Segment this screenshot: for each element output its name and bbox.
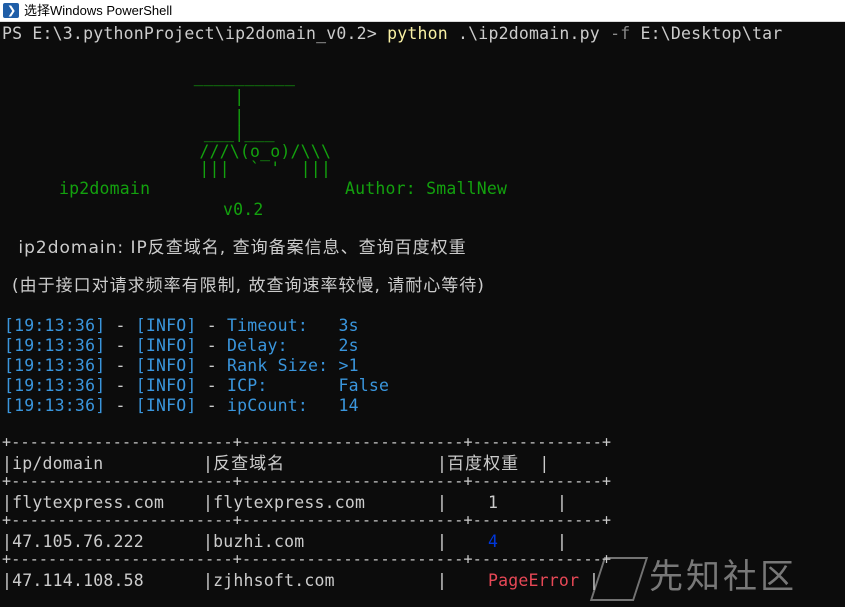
- log-time: [19:13:36]: [4, 336, 106, 355]
- log-separator: -: [196, 336, 227, 355]
- command-name: python: [387, 24, 448, 43]
- log-message: Timeout: 3s: [226, 316, 359, 335]
- console-area[interactable]: PS E:\3.pythonProject\ip2domain_v0.2> py…: [0, 22, 845, 607]
- log-separator: -: [196, 376, 227, 395]
- log-separator: -: [105, 376, 136, 395]
- powershell-icon: [3, 3, 19, 18]
- prompt-path: PS E:\3.pythonProject\ip2domain_v0.2>: [2, 24, 377, 43]
- cell-ip: 47.114.108.58: [12, 571, 144, 590]
- log-line: [19:13:36] - [INFO] - Timeout: 3s: [4, 316, 359, 336]
- table-row: |47.114.108.58: [2, 571, 144, 590]
- log-time: [19:13:36]: [4, 316, 106, 335]
- log-separator: -: [105, 336, 136, 355]
- log-separator: -: [196, 356, 227, 375]
- log-message: ipCount: 14: [226, 396, 359, 415]
- ascii-art-line: ||| ` ' |||: [98, 159, 332, 178]
- ascii-art-line: __________: [62, 67, 296, 86]
- log-level: [INFO]: [135, 376, 197, 395]
- table-border: +------------------------+--------------…: [2, 511, 612, 529]
- tool-version: v0.2: [223, 200, 264, 219]
- prompt-line: PS E:\3.pythonProject\ip2domain_v0.2> py…: [2, 24, 782, 44]
- tool-author: Author: SmallNew: [345, 179, 508, 198]
- command-flag: -f: [610, 24, 631, 43]
- log-message: ICP: False: [226, 376, 390, 395]
- log-level: [INFO]: [135, 356, 197, 375]
- log-time: [19:13:36]: [4, 356, 106, 375]
- log-time: [19:13:36]: [4, 396, 106, 415]
- log-message: Rank Size: >1: [226, 356, 359, 375]
- tool-description: ip2domain: IP反查域名, 查询备案信息、查询百度权重: [12, 238, 467, 258]
- log-line: [19:13:36] - [INFO] - ICP: False: [4, 376, 389, 396]
- cell-domain: zjhhsoft.com: [213, 571, 335, 590]
- command-target: E:\Desktop\tar: [630, 24, 783, 43]
- log-level: [INFO]: [135, 396, 197, 415]
- log-separator: -: [196, 396, 227, 415]
- table-cell-edge: |: [589, 571, 600, 590]
- cell-rank-error: PageError: [488, 571, 580, 590]
- log-line: [19:13:36] - [INFO] - ipCount: 14: [4, 396, 359, 416]
- log-separator: -: [196, 316, 227, 335]
- table-border: +------------------------+--------------…: [2, 550, 612, 568]
- log-separator: -: [105, 356, 136, 375]
- table-border: +------------------------+--------------…: [2, 472, 612, 490]
- ascii-art-line: ___|___: [62, 123, 275, 142]
- table-cell: |: [437, 571, 448, 590]
- log-separator: -: [105, 316, 136, 335]
- log-line: [19:13:36] - [INFO] - Delay: 2s: [4, 336, 359, 356]
- log-time: [19:13:36]: [4, 376, 106, 395]
- tool-name: ip2domain: [59, 179, 151, 198]
- window-titlebar: 选择Windows PowerShell: [0, 0, 845, 22]
- log-separator: -: [105, 396, 136, 415]
- log-line: [19:13:36] - [INFO] - Rank Size: >1: [4, 356, 359, 376]
- table-border: +------------------------+--------------…: [2, 433, 612, 451]
- log-level: [INFO]: [135, 336, 197, 355]
- log-message: Delay: 2s: [226, 336, 359, 355]
- rate-limit-notice: (由于接口对请求频率有限制, 故查询速率较慢, 请耐心等待): [12, 276, 485, 296]
- ascii-art-line: |: [62, 87, 245, 106]
- log-level: [INFO]: [135, 316, 197, 335]
- window-title: 选择Windows PowerShell: [24, 3, 173, 18]
- table-cell: |zjhhsoft.com: [203, 571, 335, 590]
- command-args: .\ip2domain.py: [447, 24, 611, 43]
